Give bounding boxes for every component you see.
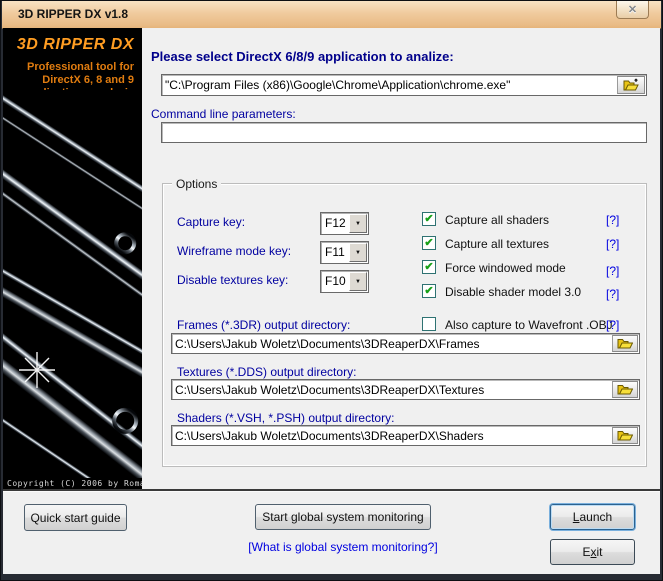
- capture-textures-label: Capture all textures: [445, 237, 550, 251]
- capture-shaders-help-link[interactable]: [?]: [606, 213, 619, 227]
- browse-frames-button[interactable]: [612, 335, 638, 352]
- wavefront-help-link[interactable]: [?]: [606, 318, 619, 332]
- chevron-down-icon[interactable]: ▼: [349, 214, 367, 233]
- textures-dir-label: Textures (*.DDS) output directory:: [177, 365, 357, 379]
- capture-shaders-label: Capture all shaders: [445, 213, 550, 227]
- capture-textures-checkbox[interactable]: ✔: [422, 236, 436, 250]
- disable-sm3-help-link[interactable]: [?]: [606, 287, 619, 301]
- wireframe-key-label: Wireframe mode key:: [177, 244, 292, 258]
- app-select-heading: Please select DirectX 6/8/9 application …: [151, 49, 454, 64]
- chevron-down-icon[interactable]: ▼: [349, 243, 367, 262]
- wireframe-key-value: F11: [325, 245, 345, 259]
- quick-start-guide-label: Quick start guide: [30, 510, 121, 525]
- monitoring-help-link[interactable]: [What is global system monitoring?]: [228, 540, 458, 554]
- frames-dir-label: Frames (*.3DR) output directory:: [177, 318, 351, 332]
- browse-app-button[interactable]: [617, 76, 645, 94]
- cmdline-input[interactable]: [165, 123, 643, 142]
- textures-dir-field: [171, 379, 640, 400]
- copyright-text: Copyright (C) 2006 by Roman Lut: [7, 479, 142, 488]
- start-monitoring-label: Start global system monitoring: [262, 510, 424, 524]
- chevron-down-icon[interactable]: ▼: [349, 272, 367, 291]
- window-title: 3D RIPPER DX v1.8: [18, 7, 129, 21]
- wireframe-key-select[interactable]: F11 ▼: [320, 241, 369, 264]
- exit-label: Exit: [582, 545, 603, 559]
- capture-key-label: Capture key:: [177, 215, 246, 229]
- close-button[interactable]: ✕: [616, 1, 649, 19]
- force-windowed-checkbox[interactable]: ✔: [422, 260, 436, 274]
- close-icon: ✕: [627, 4, 638, 16]
- frames-dir-input[interactable]: [175, 334, 611, 353]
- disable-textures-key-select[interactable]: F10 ▼: [320, 270, 369, 293]
- browse-shaders-button[interactable]: [612, 427, 638, 444]
- check-icon: ✔: [424, 236, 434, 249]
- folder-open-icon: [617, 385, 633, 395]
- shaders-dir-input[interactable]: [175, 426, 611, 445]
- disable-sm3-label: Disable shader model 3.0: [445, 285, 582, 299]
- textures-dir-input[interactable]: [175, 380, 611, 399]
- title-bar: 3D RIPPER DX v1.8 ✕: [2, 1, 661, 29]
- folder-open-icon: [617, 431, 633, 441]
- folder-open-icon: [617, 339, 633, 349]
- start-monitoring-button[interactable]: Start global system monitoring: [255, 504, 431, 530]
- check-icon: ✔: [424, 284, 434, 297]
- tagline-line: DirectX 6, 8 and 9: [42, 74, 134, 86]
- disable-sm3-checkbox[interactable]: ✔: [422, 284, 436, 298]
- browse-textures-button[interactable]: [612, 381, 638, 398]
- app-window: 3D RIPPER DX v1.8 ✕ 3D RIPPER DX Profess…: [0, 0, 663, 581]
- force-windowed-help-link[interactable]: [?]: [606, 264, 619, 278]
- shaders-dir-label: Shaders (*.VSH, *.PSH) output directory:: [177, 411, 395, 425]
- options-group-title: Options: [172, 177, 222, 191]
- brand-title: 3D RIPPER DX: [16, 36, 134, 53]
- launch-button[interactable]: Launch: [550, 504, 635, 530]
- app-path-input[interactable]: [165, 75, 618, 95]
- check-icon: ✔: [424, 212, 434, 225]
- surgical-instruments-image: [3, 90, 142, 478]
- quick-start-guide-button[interactable]: Quick start guide: [24, 504, 127, 531]
- folder-open-up-icon: [623, 78, 639, 91]
- shaders-dir-field: [171, 425, 640, 446]
- disable-textures-key-label: Disable textures key:: [177, 273, 289, 287]
- dialog-client-area: 3D RIPPER DX Professional tool for Direc…: [3, 28, 660, 574]
- footer-divider: [3, 489, 660, 492]
- launch-label: Launch: [572, 510, 613, 524]
- cmdline-field: [161, 122, 647, 143]
- exit-button[interactable]: Exit: [550, 539, 635, 565]
- frames-dir-field: [171, 333, 640, 354]
- capture-key-select[interactable]: F12 ▼: [320, 212, 369, 235]
- options-group: Options Capture key: F12 ▼ Wireframe mod…: [162, 177, 647, 467]
- cmdline-label: Command line parameters:: [151, 107, 296, 121]
- capture-shaders-checkbox[interactable]: ✔: [422, 212, 436, 226]
- app-path-field: [161, 74, 647, 96]
- capture-textures-help-link[interactable]: [?]: [606, 237, 619, 251]
- capture-key-value: F12: [325, 216, 346, 230]
- tagline-line: Professional tool for: [27, 61, 134, 73]
- disable-textures-key-value: F10: [325, 274, 346, 288]
- force-windowed-label: Force windowed mode: [445, 261, 566, 275]
- check-icon: ✔: [424, 260, 434, 273]
- sidebar-banner: 3D RIPPER DX Professional tool for Direc…: [3, 28, 142, 490]
- wavefront-label: Also capture to Wavefront .OBJ: [445, 318, 613, 332]
- wavefront-checkbox[interactable]: [422, 317, 436, 331]
